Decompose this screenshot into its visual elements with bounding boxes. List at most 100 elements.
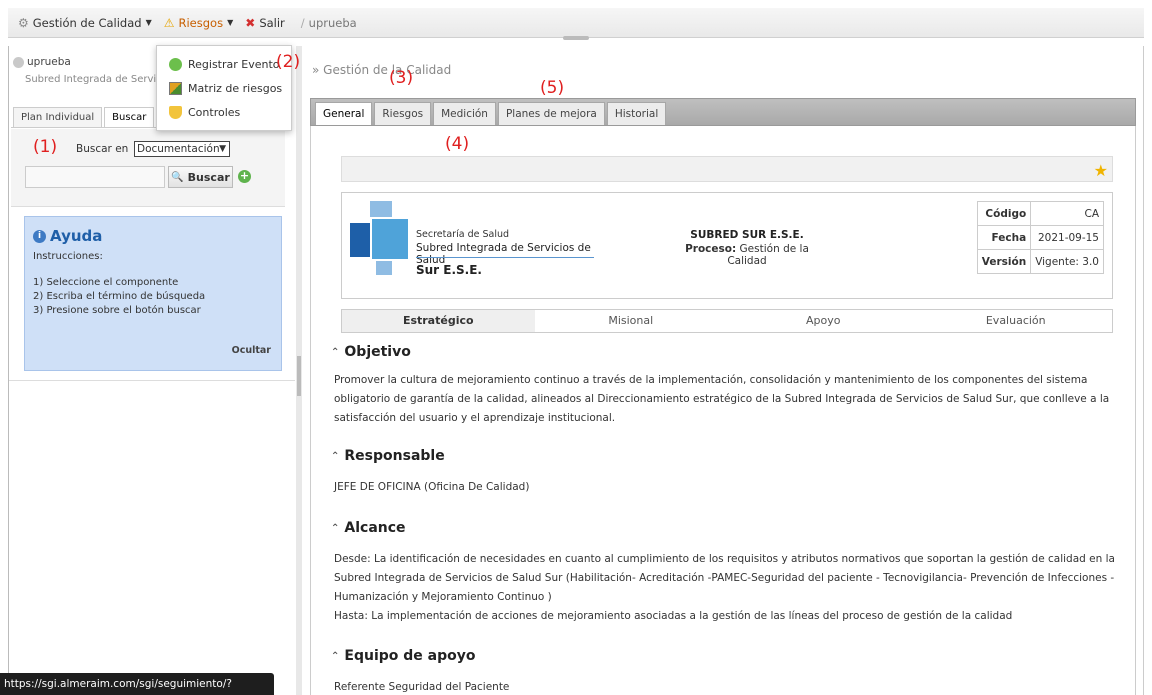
tab-general[interactable]: General — [315, 102, 373, 125]
close-icon: ✖ — [245, 15, 256, 30]
help-box: i Ayuda Instrucciones: 1) Seleccione el … — [24, 216, 282, 371]
section-title: Objetivo — [344, 344, 411, 360]
search-icon: 🔍 — [171, 171, 184, 183]
section-responsable: ⌃ Responsable JEFE DE OFICINA (Oficina De… — [331, 448, 1121, 497]
org-name: SUBRED SUR E.S.E. — [690, 229, 804, 241]
user-icon — [13, 56, 24, 68]
search-button[interactable]: 🔍 Buscar — [168, 166, 233, 188]
menu-item-registrar-evento[interactable]: Registrar Evento — [157, 52, 291, 76]
tab-content: (4) ★ Secretaría de Salud Subred Integra… — [310, 126, 1136, 695]
chevron-down-icon: ▼ — [227, 18, 234, 27]
help-line: 3) Presione sobre el botón buscar — [33, 305, 201, 316]
tab-plan-individual[interactable]: Plan Individual — [13, 107, 103, 127]
section-title: Equipo de apoyo — [344, 648, 476, 664]
section-header[interactable]: ⌃ Alcance — [331, 520, 1121, 536]
process-type-tabs: Estratégico Misional Apoyo Evaluación — [341, 309, 1113, 333]
info-icon: i — [33, 229, 46, 243]
left-username: uprueba — [27, 56, 71, 68]
search-scope-value: Documentación — [137, 143, 220, 155]
tab-medicion[interactable]: Medición — [433, 102, 496, 125]
riesgos-dropdown: Registrar Evento Matriz de riesgos Contr… — [156, 45, 292, 131]
section-text: Promover la cultura de mejoramiento cont… — [334, 374, 1110, 424]
tab-apoyo[interactable]: Apoyo — [727, 310, 920, 332]
annotation-3: (3) — [389, 68, 414, 88]
tab-misional[interactable]: Misional — [534, 310, 727, 332]
annotation-4: (4) — [445, 134, 470, 154]
breadcrumb[interactable]: » Gestión de la Calidad — [312, 63, 451, 77]
tab-planes-mejora[interactable]: Planes de mejora — [497, 102, 605, 125]
tab-estrategico[interactable]: Estratégico — [342, 310, 535, 332]
chevron-up-icon: ⌃ — [331, 650, 340, 662]
menu-gestion-calidad-label: Gestión de Calidad — [32, 15, 142, 30]
org-info: SUBRED SUR E.S.E. Proceso: Gestión de la… — [672, 229, 822, 267]
search-input[interactable] — [25, 166, 165, 188]
info-value: Vigente: 3.0 — [1030, 249, 1104, 274]
section-title: Alcance — [344, 520, 406, 536]
section-text: JEFE DE OFICINA (Oficina De Calidad) — [334, 481, 530, 493]
menu-salir-label: Salir — [259, 15, 285, 30]
matrix-icon — [169, 81, 182, 95]
top-username: uprueba — [308, 15, 357, 30]
chevron-up-icon: ⌃ — [331, 522, 340, 534]
entity-name: Subred Integrada de Servicios de Salud S… — [25, 74, 165, 85]
menu-riesgos-label: Riesgos — [178, 15, 224, 30]
favorite-star-icon[interactable]: ★ — [1094, 161, 1108, 180]
section-title: Responsable — [344, 448, 445, 464]
process-value: Gestión de la Calidad — [727, 243, 809, 267]
menu-salir[interactable]: ✖ Salir — [245, 16, 285, 30]
section-text: Referente Seguridad del Paciente — [334, 681, 510, 693]
menu-item-controles[interactable]: Controles — [157, 100, 291, 124]
section-text: Hasta: La implementación de acciones de … — [334, 610, 1013, 622]
left-panel: uprueba Subred Integrada de Servicios de… — [8, 46, 296, 695]
add-icon[interactable]: + — [238, 170, 251, 183]
table-row: Versión Vigente: 3.0 — [976, 249, 1104, 274]
table-row: Fecha 2021-09-15 — [976, 225, 1104, 250]
info-value: 2021-09-15 — [1030, 225, 1104, 250]
logo-line3: Sur E.S.E. — [416, 263, 482, 277]
help-line: 2) Escriba el término de búsqueda — [33, 291, 206, 302]
process-label: Proceso: — [685, 243, 737, 255]
gear-icon: ⚙ — [18, 15, 29, 30]
section-equipo: ⌃ Equipo de apoyo Referente Seguridad del… — [331, 648, 1121, 695]
shield-icon — [169, 105, 182, 119]
info-value: CA — [1030, 201, 1104, 226]
section-alcance: ⌃ Alcance Desde: La identificación de nec… — [331, 520, 1121, 626]
menu-gestion-calidad[interactable]: ⚙ Gestión de Calidad ▼ — [18, 16, 152, 30]
tab-evaluacion[interactable]: Evaluación — [919, 310, 1112, 332]
menu-item-matriz-riesgos[interactable]: Matriz de riesgos — [157, 76, 291, 100]
doc-info-table: Código CA Fecha 2021-09-15 Versión Vigente:… — [976, 201, 1104, 274]
resize-handle[interactable] — [563, 36, 589, 40]
info-key: Versión — [976, 249, 1032, 274]
info-key: Fecha — [976, 225, 1032, 250]
menu-item-label: Controles — [188, 105, 241, 119]
section-header[interactable]: ⌃ Equipo de apoyo — [331, 648, 1121, 664]
tab-buscar[interactable]: Buscar — [104, 107, 155, 127]
help-title: Ayuda — [50, 227, 103, 245]
chevron-down-icon: ▼ — [219, 144, 226, 154]
process-header: Secretaría de Salud Subred Integrada de … — [341, 192, 1113, 299]
section-header[interactable]: ⌃ Objetivo — [331, 344, 1121, 360]
menu-riesgos[interactable]: ⚠ Riesgos ▼ — [164, 16, 234, 30]
add-circle-icon — [169, 57, 182, 71]
table-row: Código CA — [976, 201, 1104, 226]
main-panel: » Gestión de la Calidad (3) (5) General … — [302, 46, 1144, 695]
tab-historial[interactable]: Historial — [606, 102, 667, 125]
section-text: Desde: La identificación de necesidades … — [334, 553, 1115, 603]
annotation-2: (2) — [276, 52, 301, 72]
chevron-down-icon: ▼ — [145, 18, 152, 27]
logo: Secretaría de Salud Subred Integrada de … — [350, 201, 600, 287]
logo-line1: Secretaría de Salud — [416, 229, 510, 240]
divider — [9, 380, 295, 381]
splitter-grip[interactable] — [297, 356, 301, 396]
help-subtitle: Instrucciones: — [33, 251, 103, 262]
top-menubar: ⚙ Gestión de Calidad ▼ ⚠ Riesgos ▼ ✖ Sal… — [8, 8, 1144, 38]
menu-item-label: Registrar Evento — [188, 57, 280, 71]
info-key: Código — [976, 201, 1032, 226]
tab-riesgos[interactable]: Riesgos — [374, 102, 432, 125]
hide-help-link[interactable]: Ocultar — [232, 345, 271, 356]
menu-item-label: Matriz de riesgos — [188, 81, 283, 95]
section-header[interactable]: ⌃ Responsable — [331, 448, 1121, 464]
search-scope-select[interactable]: Documentación ▼ — [134, 141, 230, 157]
annotation-5: (5) — [540, 78, 565, 98]
toolstrip: ★ — [341, 156, 1113, 182]
